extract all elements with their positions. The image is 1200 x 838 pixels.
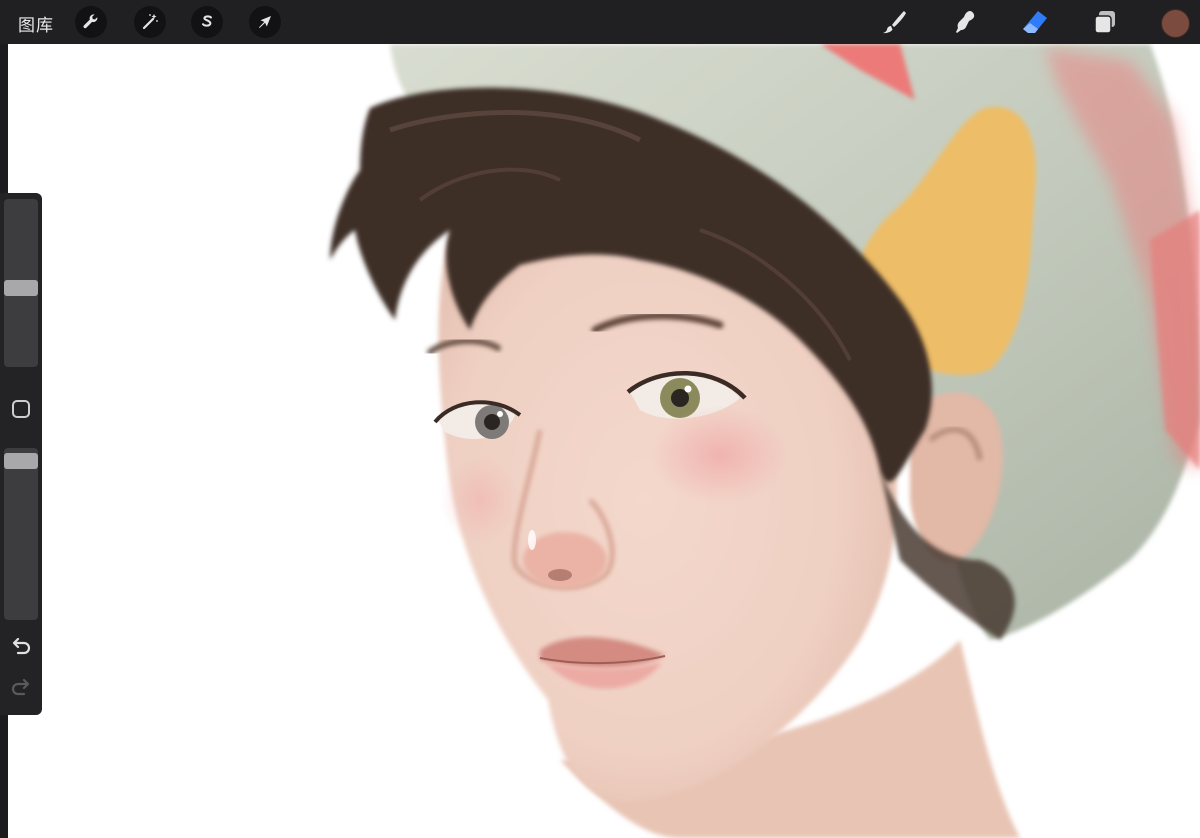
top-toolbar: 图库 bbox=[0, 0, 1200, 44]
layers-icon bbox=[1094, 11, 1115, 34]
undo-icon bbox=[12, 638, 31, 655]
opacity-slider[interactable] bbox=[4, 448, 38, 620]
eraser-tool-button[interactable] bbox=[1019, 6, 1051, 38]
square-modifier-icon[interactable] bbox=[12, 400, 30, 418]
magic-wand-icon bbox=[142, 14, 158, 30]
selection-button[interactable] bbox=[191, 6, 223, 38]
redo-icon bbox=[11, 679, 30, 696]
color-picker-swatch[interactable] bbox=[1161, 9, 1190, 38]
portrait-painting bbox=[330, 44, 1200, 838]
arrow-cursor-icon bbox=[259, 16, 271, 28]
undo-button[interactable] bbox=[9, 636, 33, 660]
brush-tool-button[interactable] bbox=[878, 6, 910, 38]
brush-size-thumb[interactable] bbox=[4, 280, 38, 296]
layers-button[interactable] bbox=[1089, 6, 1121, 38]
drawing-canvas[interactable] bbox=[8, 44, 1200, 838]
brush-icon bbox=[883, 11, 906, 34]
opacity-thumb[interactable] bbox=[4, 453, 38, 469]
wrench-icon bbox=[83, 14, 98, 29]
transform-button[interactable] bbox=[249, 6, 281, 38]
gallery-button[interactable]: 图库 bbox=[18, 11, 54, 36]
left-sidebar bbox=[0, 193, 42, 715]
redo-button[interactable] bbox=[9, 677, 33, 701]
actions-wrench-button[interactable] bbox=[75, 6, 107, 38]
adjustments-button[interactable] bbox=[134, 6, 166, 38]
smudge-icon bbox=[956, 11, 975, 33]
eraser-icon bbox=[1023, 11, 1047, 33]
smudge-tool-button[interactable] bbox=[948, 6, 980, 38]
selection-s-icon bbox=[202, 15, 212, 27]
